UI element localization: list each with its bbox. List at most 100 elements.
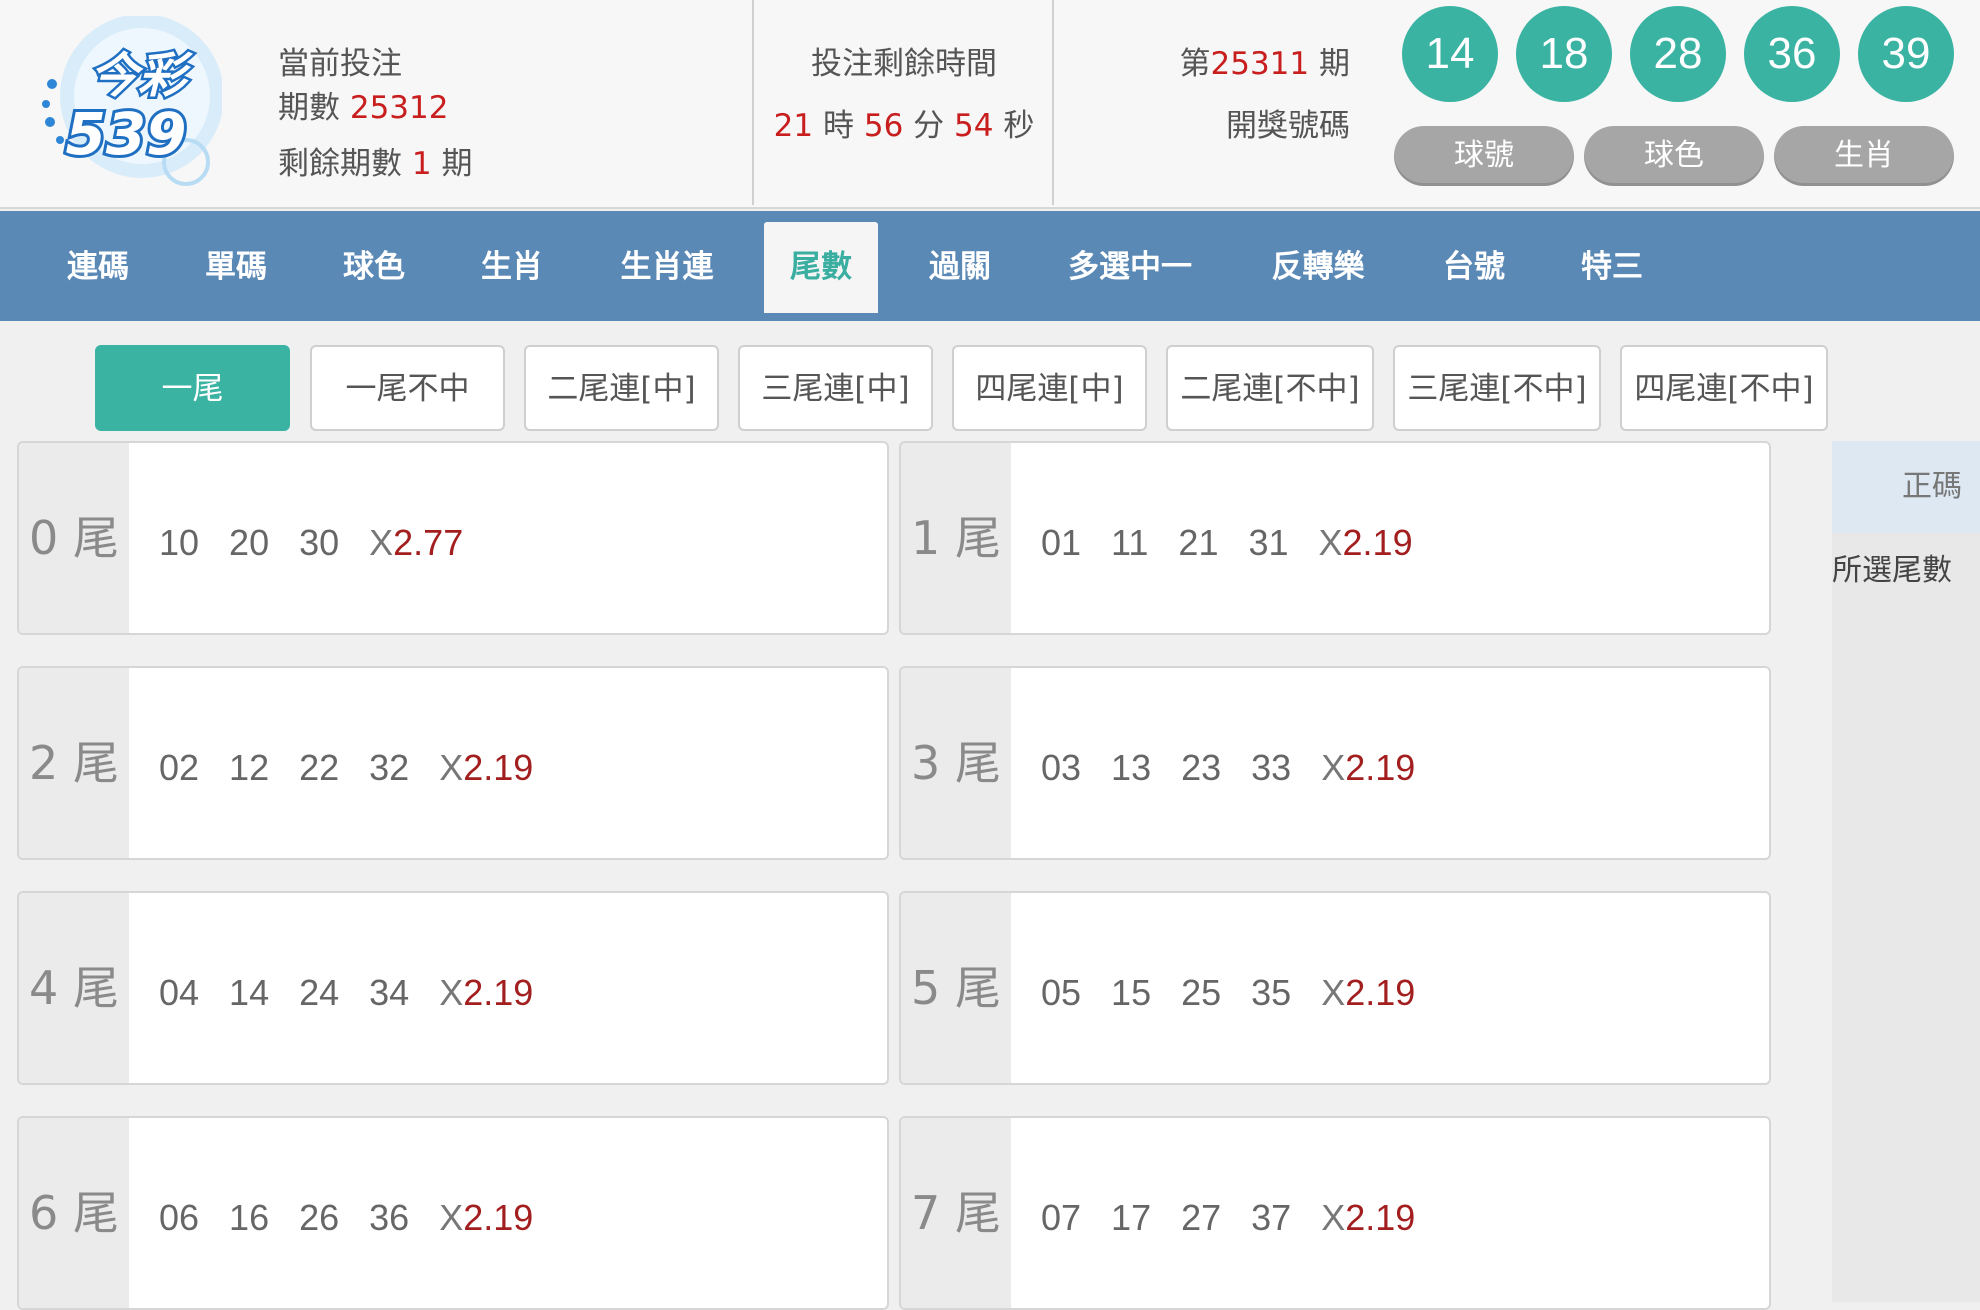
winning-ball: 39 [1858,6,1954,102]
tail-label: 0 尾 [19,443,129,633]
remaining-periods: 剩餘期數 1 期 [278,142,472,186]
ball-color-button[interactable]: 球色 [1584,126,1764,186]
number: 14 [229,972,270,1013]
divider [1052,0,1054,205]
tail-unit: 尾 [72,961,119,1015]
last-draw-prefix: 第 [1179,46,1211,82]
tab-zhengma[interactable]: 正碼 [1832,441,1980,533]
nav-item-multi-pick-one[interactable]: 多選中一 [1048,222,1212,313]
last-draw-suffix: 期 [1319,46,1350,82]
zodiac-button[interactable]: 生肖 [1774,126,1954,186]
countdown-title: 投注剩餘時間 [811,46,997,82]
number: 06 [159,1197,200,1238]
odds-x: X [1321,747,1346,788]
tail-card-1[interactable]: 1 尾 01 11 21 31 X2.19 [899,441,1771,635]
winning-ball: 14 [1402,6,1498,102]
nav-item-lianma[interactable]: 連碼 [40,222,156,313]
odds-x: X [1321,972,1346,1013]
odds-value: 2.19 [463,1197,534,1238]
number: 05 [1041,972,1082,1013]
number: 13 [1111,747,1152,788]
subtab-one-tail[interactable]: 一尾 [95,345,290,431]
number: 03 [1041,747,1082,788]
tail-card-6[interactable]: 6 尾 06 16 26 36 X2.19 [17,1116,889,1310]
nav-item-tail-number[interactable]: 尾數 [764,222,878,313]
last-draw-label: 開獎號碼 [1226,108,1350,144]
tail-card-0[interactable]: 0 尾 10 20 30 X2.77 [17,441,889,635]
odds-x: X [369,522,394,563]
nav-item-zodiac-combo[interactable]: 生肖連 [600,222,734,313]
nav-item-danma[interactable]: 單碼 [178,222,294,313]
countdown-minutes: 56 [863,108,904,144]
number: 17 [1111,1197,1152,1238]
current-period: 期數 25312 [278,86,472,130]
nav-item-zodiac[interactable]: 生肖 [454,222,570,313]
tail-card-5[interactable]: 5 尾 05 15 25 35 X2.19 [899,891,1771,1085]
number: 32 [369,747,410,788]
tail-unit: 尾 [954,736,1001,790]
tail-card-3[interactable]: 3 尾 03 13 23 33 X2.19 [899,666,1771,860]
tail-label: 2 尾 [19,668,129,858]
number: 20 [229,522,270,563]
odds-value: 2.19 [463,972,534,1013]
odds-x: X [1318,522,1343,563]
tail-numbers: 03 13 23 33 X2.19 [1041,668,1415,858]
subtab-four-tail-miss[interactable]: 四尾連[不中] [1620,345,1828,431]
tail-card-7[interactable]: 7 尾 07 17 27 37 X2.19 [899,1116,1771,1310]
number: 37 [1251,1197,1292,1238]
nav-item-ball-color[interactable]: 球色 [316,222,432,313]
last-draw-period-number: 25311 [1210,46,1310,82]
subtab-four-tail-hit[interactable]: 四尾連[中] [952,345,1147,431]
seconds-unit: 秒 [1003,108,1035,144]
number: 10 [159,522,200,563]
tail-digit: 4 [29,961,59,1015]
tail-digit: 2 [29,736,59,790]
nav-item-taiwan-number[interactable]: 台號 [1416,222,1532,313]
subtab-two-tail-miss[interactable]: 二尾連[不中] [1166,345,1374,431]
odds-value: 2.19 [1342,522,1413,563]
tail-label: 6 尾 [19,1118,129,1308]
tail-digit: 6 [29,1186,59,1240]
number: 25 [1181,972,1222,1013]
number: 33 [1251,747,1292,788]
tail-unit: 尾 [954,1186,1001,1240]
tail-card-2[interactable]: 2 尾 02 12 22 32 X2.19 [17,666,889,860]
number: 35 [1251,972,1292,1013]
bet-countdown: 投注剩餘時間 21 時 56 分 54 秒 [754,42,1054,148]
tail-unit: 尾 [72,736,119,790]
number: 16 [229,1197,270,1238]
selected-tails-label: 所選尾數 [1832,553,1952,588]
tail-numbers: 02 12 22 32 X2.19 [159,668,533,858]
subtab-two-tail-hit[interactable]: 二尾連[中] [524,345,719,431]
svg-text:今彩: 今彩 [90,48,193,104]
jincai-539-logo: 今彩 539 [42,16,222,186]
number: 01 [1041,522,1082,563]
remaining-label: 剩餘期數 [278,146,402,182]
subtab-three-tail-hit[interactable]: 三尾連[中] [738,345,933,431]
number: 15 [1111,972,1152,1013]
odds-x: X [439,1197,464,1238]
winning-ball: 18 [1516,6,1612,102]
period-value: 25312 [349,90,449,126]
number: 21 [1178,522,1219,563]
last-draw-info: 第25311 期 開獎號碼 [1100,42,1350,148]
odds-value: 2.19 [1345,972,1416,1013]
tail-numbers: 04 14 24 34 X2.19 [159,893,533,1083]
current-bet-info: 當前投注 期數 25312 剩餘期數 1 期 [278,42,472,198]
subtab-one-tail-miss[interactable]: 一尾不中 [310,345,505,431]
tail-label: 7 尾 [901,1118,1011,1308]
tail-label: 3 尾 [901,668,1011,858]
countdown-value: 21 時 56 分 54 秒 [754,104,1054,148]
minutes-unit: 分 [913,108,945,144]
number: 34 [369,972,410,1013]
number: 04 [159,972,200,1013]
tail-card-4[interactable]: 4 尾 04 14 24 34 X2.19 [17,891,889,1085]
odds-x: X [439,972,464,1013]
nav-item-reverse[interactable]: 反轉樂 [1250,222,1386,313]
nav-item-parlay[interactable]: 過關 [902,222,1018,313]
subtab-three-tail-miss[interactable]: 三尾連[不中] [1393,345,1601,431]
nav-item-special-three[interactable]: 特三 [1554,222,1670,313]
tail-unit: 尾 [954,961,1001,1015]
ball-number-button[interactable]: 球號 [1394,126,1574,186]
odds-x: X [439,747,464,788]
